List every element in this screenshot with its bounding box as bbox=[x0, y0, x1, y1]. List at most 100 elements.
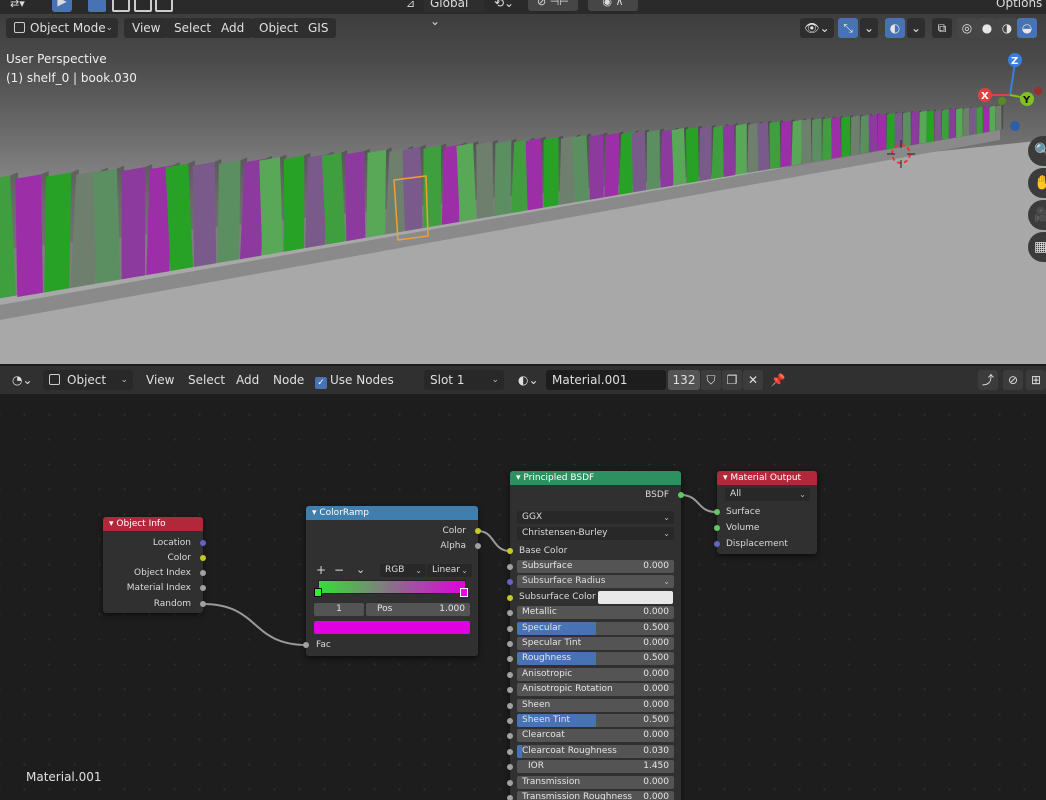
editor-type-icon[interactable]: ◔⌄ bbox=[6, 370, 36, 390]
select-box-mode-icon[interactable] bbox=[88, 0, 106, 12]
socket-color[interactable] bbox=[200, 555, 206, 561]
object-info-node[interactable]: ▾ Object Info Location Color Object Inde… bbox=[103, 517, 206, 613]
visibility-icon[interactable]: 👁⌄ bbox=[800, 18, 834, 38]
overlay-dropdown-icon[interactable]: ⌄ bbox=[907, 18, 925, 38]
pin-icon[interactable]: 📌 bbox=[768, 370, 788, 390]
param-slider[interactable]: Specular 0.500 bbox=[517, 621, 674, 635]
ramp-stop-start[interactable] bbox=[314, 588, 322, 597]
color-ramp-node-header[interactable]: ▾ ColorRamp bbox=[306, 506, 478, 520]
socket-param[interactable] bbox=[507, 641, 513, 647]
socket-displacement[interactable] bbox=[714, 541, 720, 547]
socket-location[interactable] bbox=[200, 540, 206, 546]
socket-param[interactable] bbox=[507, 779, 513, 786]
menu-object[interactable]: Object bbox=[251, 18, 307, 38]
socket-color-out[interactable] bbox=[475, 528, 481, 534]
param-slider[interactable]: IOR 1.450 bbox=[517, 760, 674, 774]
orientation-dropdown[interactable]: Global ⌄ bbox=[424, 0, 484, 28]
object-type-dropdown[interactable]: Object ⌄ bbox=[43, 370, 133, 390]
solid-shading-icon[interactable]: ● bbox=[977, 18, 997, 38]
color-mode-dropdown[interactable]: RGB ⌄ bbox=[380, 564, 426, 577]
duplicate-material-icon[interactable]: ❐ bbox=[722, 370, 742, 390]
socket-alpha-out[interactable] bbox=[475, 543, 481, 549]
pivot-icon[interactable]: ⟲⌄ bbox=[494, 0, 514, 10]
rendered-shading-icon[interactable]: ◒ bbox=[1017, 18, 1037, 38]
menu-select[interactable]: Select bbox=[188, 370, 225, 390]
select-subtract-icon[interactable] bbox=[134, 0, 152, 12]
wireframe-shading-icon[interactable]: ◎ bbox=[957, 18, 977, 38]
snap-node-icon[interactable]: ⊘ bbox=[1003, 370, 1023, 390]
socket-param[interactable] bbox=[507, 564, 513, 570]
socket-bsdf-out[interactable] bbox=[678, 492, 684, 498]
socket-param[interactable] bbox=[507, 656, 513, 663]
param-slider[interactable]: Metallic 0.000 bbox=[517, 606, 674, 620]
material-output-node-header[interactable]: ▾ Material Output bbox=[717, 471, 817, 485]
param-slider[interactable]: Subsurface 0.000 bbox=[517, 560, 674, 573]
material-output-node[interactable]: ▾ Material Output All ⌄ Surface Volume Di… bbox=[714, 471, 817, 554]
options-button[interactable]: Options bbox=[996, 0, 1042, 10]
interpolation-dropdown[interactable]: Linear ⌄ bbox=[427, 564, 472, 577]
parent-tree-icon[interactable]: ⤴ bbox=[978, 370, 998, 390]
select-intersect-icon[interactable] bbox=[155, 0, 173, 12]
color-swatch[interactable] bbox=[598, 590, 673, 604]
socket-param[interactable] bbox=[507, 610, 513, 617]
slot-dropdown[interactable]: Slot 1 ⌄ bbox=[424, 370, 504, 390]
subsurface-method-dropdown[interactable]: Christensen-Burley ⌄ bbox=[517, 527, 674, 540]
material-name-field[interactable]: Material.001 bbox=[546, 370, 666, 390]
menu-view[interactable]: View bbox=[124, 18, 169, 38]
material-shading-icon[interactable]: ◑ bbox=[997, 18, 1017, 38]
snap-icon[interactable]: ⊘ ⊣⊢ bbox=[528, 0, 578, 11]
param-slider[interactable]: Sheen Tint 0.500 bbox=[517, 714, 674, 727]
socket-volume[interactable] bbox=[714, 525, 720, 531]
socket-object-index[interactable] bbox=[200, 570, 206, 576]
proportional-edit-icon[interactable]: ◉ ∧ bbox=[588, 0, 638, 11]
menu-add[interactable]: Add bbox=[213, 18, 253, 38]
socket-param[interactable] bbox=[507, 702, 513, 709]
socket-base-color[interactable] bbox=[507, 548, 513, 554]
mode-dropdown[interactable]: Object Mode ⌄ bbox=[6, 18, 118, 38]
socket-fac-in[interactable] bbox=[303, 642, 309, 648]
stop-position-field[interactable]: Pos 1.000 bbox=[366, 603, 470, 616]
principled-bsdf-node-header[interactable]: ▾ Principled BSDF bbox=[510, 471, 681, 485]
overlay-icon[interactable]: ◐ bbox=[885, 18, 905, 38]
param-dropdown[interactable]: Subsurface Radius ⌄ bbox=[517, 575, 674, 589]
socket-param[interactable] bbox=[507, 748, 513, 755]
socket-param[interactable] bbox=[507, 733, 513, 740]
active-stop-index[interactable]: 1 bbox=[314, 603, 364, 616]
socket-param[interactable] bbox=[507, 687, 513, 694]
param-slider[interactable]: Specular Tint 0.000 bbox=[517, 637, 674, 650]
object-info-node-header[interactable]: ▾ Object Info bbox=[103, 517, 203, 531]
ramp-stop-end[interactable] bbox=[460, 588, 468, 597]
xray-icon[interactable]: ⧉ bbox=[932, 18, 952, 38]
param-slider[interactable]: Clearcoat Roughness 0.030 bbox=[517, 744, 674, 758]
socket-param[interactable] bbox=[507, 594, 513, 601]
socket-param[interactable] bbox=[507, 625, 513, 632]
select-extend-icon[interactable] bbox=[112, 0, 130, 12]
gizmo-icon[interactable]: ⤡ bbox=[838, 18, 858, 38]
select-cursor-icon[interactable]: ▶ bbox=[52, 0, 72, 12]
socket-param[interactable] bbox=[507, 579, 513, 586]
material-browse-icon[interactable]: ◐⌄ bbox=[512, 370, 544, 390]
param-slider[interactable]: Roughness 0.500 bbox=[517, 652, 674, 666]
socket-param[interactable] bbox=[507, 718, 513, 724]
principled-bsdf-node[interactable]: ▾ Principled BSDF BSDF GGX ⌄ Christensen-… bbox=[507, 471, 684, 800]
target-dropdown[interactable]: All ⌄ bbox=[725, 488, 810, 501]
3d-viewport[interactable]: Z X Y ⇄▾ ▶ ⊿ Global ⌄ ⟲⌄ ⊘ ⊣⊢ ◉ ∧ Option… bbox=[0, 0, 1046, 364]
menu-node[interactable]: Node bbox=[273, 370, 304, 390]
gizmo-dropdown-icon[interactable]: ⌄ bbox=[860, 18, 878, 38]
menu-add[interactable]: Add bbox=[236, 370, 259, 390]
use-nodes-toggle[interactable]: ✓ Use Nodes bbox=[315, 370, 394, 390]
stop-color-swatch[interactable] bbox=[314, 621, 470, 634]
param-slider[interactable]: Anisotropic Rotation 0.000 bbox=[517, 683, 674, 697]
socket-param[interactable] bbox=[507, 795, 513, 800]
snap-grid-icon[interactable]: ⊞ bbox=[1026, 370, 1046, 390]
color-ramp-gradient[interactable] bbox=[318, 580, 466, 594]
unlink-material-icon[interactable]: ✕ bbox=[743, 370, 763, 390]
color-ramp-node[interactable]: ▾ ColorRamp Color Alpha + − ⌄ RGB ⌄ Linea… bbox=[303, 506, 481, 656]
param-slider[interactable]: Clearcoat 0.000 bbox=[517, 729, 674, 743]
param-slider[interactable]: Transmission Roughness 0.000 bbox=[517, 791, 674, 800]
fake-user-shield-icon[interactable]: ⛉ bbox=[701, 370, 721, 390]
param-slider[interactable]: Transmission 0.000 bbox=[517, 775, 674, 789]
ramp-menu-button[interactable]: ⌄ bbox=[356, 563, 365, 577]
user-count[interactable]: 132 bbox=[668, 370, 700, 390]
socket-material-index[interactable] bbox=[200, 585, 206, 591]
